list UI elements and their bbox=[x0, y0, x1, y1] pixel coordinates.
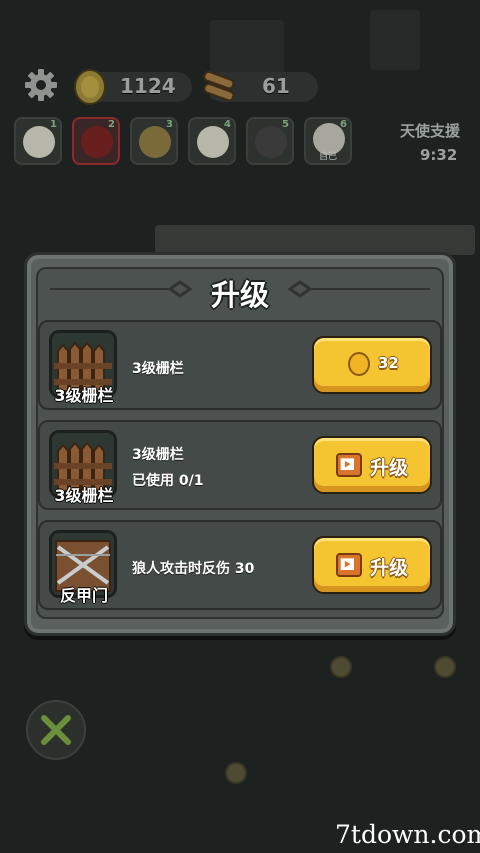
wood-count: 61 bbox=[262, 74, 290, 98]
coin-upgrade-button[interactable]: 32 bbox=[312, 336, 432, 394]
angel-support-timer: 9:32 bbox=[420, 146, 458, 164]
item-description: 狼人攻击时反伤 30 bbox=[132, 561, 255, 577]
video-upgrade-button[interactable]: 升级 bbox=[312, 436, 432, 494]
coin-count: 1124 bbox=[120, 74, 176, 98]
slot-number: 3 bbox=[166, 119, 173, 130]
video-icon bbox=[336, 553, 362, 577]
team-slot-6[interactable]: 6 自己 bbox=[304, 117, 352, 165]
team-slot-4[interactable]: 4 bbox=[188, 117, 236, 165]
team-slot-3[interactable]: 3 bbox=[130, 117, 178, 165]
video-upgrade-button[interactable]: 升级 bbox=[312, 536, 432, 594]
slot-number: 5 bbox=[282, 119, 289, 130]
slot-number: 4 bbox=[224, 119, 231, 130]
build-tools-button[interactable] bbox=[26, 700, 86, 760]
hammer-wrench-icon bbox=[41, 715, 71, 745]
slot-number: 6 bbox=[340, 119, 347, 130]
item-caption: 反甲门 bbox=[59, 586, 108, 605]
item-caption: 3级栅栏 bbox=[54, 386, 114, 405]
bg-coin bbox=[330, 656, 352, 678]
coin-icon bbox=[348, 352, 370, 376]
team-slot-5[interactable]: 5 bbox=[246, 117, 294, 165]
slot-number: 2 bbox=[108, 119, 115, 130]
watermark: 7tdown.com bbox=[335, 820, 480, 849]
team-slot-2[interactable]: 2 bbox=[72, 117, 120, 165]
upgrade-card: 3级栅栏 3级栅栏 已使用 0/1 升级 bbox=[38, 420, 442, 510]
spiky-hair-avatar bbox=[139, 126, 171, 158]
coin-cost: 32 bbox=[378, 354, 399, 372]
upgrade-card: 3级栅栏 3级栅栏 32 bbox=[38, 320, 442, 410]
sheep-avatar bbox=[197, 126, 229, 158]
bg-coin bbox=[225, 762, 247, 784]
slot-number: 1 bbox=[50, 119, 57, 130]
upgrade-label: 升级 bbox=[370, 557, 409, 579]
self-label: 自己 bbox=[318, 152, 337, 162]
usage-count: 已使用 0/1 bbox=[132, 473, 204, 489]
angel-support-label[interactable]: 天使支援 bbox=[400, 120, 460, 141]
dark-sheep-avatar bbox=[255, 126, 287, 158]
upgrade-label: 升级 bbox=[370, 457, 409, 479]
bg-wall bbox=[155, 225, 475, 255]
team-slot-1[interactable]: 1 bbox=[14, 117, 62, 165]
wolf-claw-avatar bbox=[81, 126, 113, 158]
item-description: 3级栅栏 bbox=[132, 447, 184, 463]
gear-icon[interactable] bbox=[24, 68, 58, 102]
dialog-title: 升级 bbox=[210, 278, 269, 312]
bg-coin bbox=[434, 656, 456, 678]
wood-icon bbox=[203, 70, 235, 102]
upgrade-card: 反甲门 狼人攻击时反伤 30 升级 bbox=[38, 520, 442, 610]
coin-icon bbox=[74, 69, 106, 105]
video-icon bbox=[336, 453, 362, 477]
item-description: 3级栅栏 bbox=[132, 361, 184, 377]
item-caption: 3级栅栏 bbox=[54, 486, 114, 505]
sheep-avatar bbox=[23, 126, 55, 158]
bg-block bbox=[370, 10, 420, 70]
